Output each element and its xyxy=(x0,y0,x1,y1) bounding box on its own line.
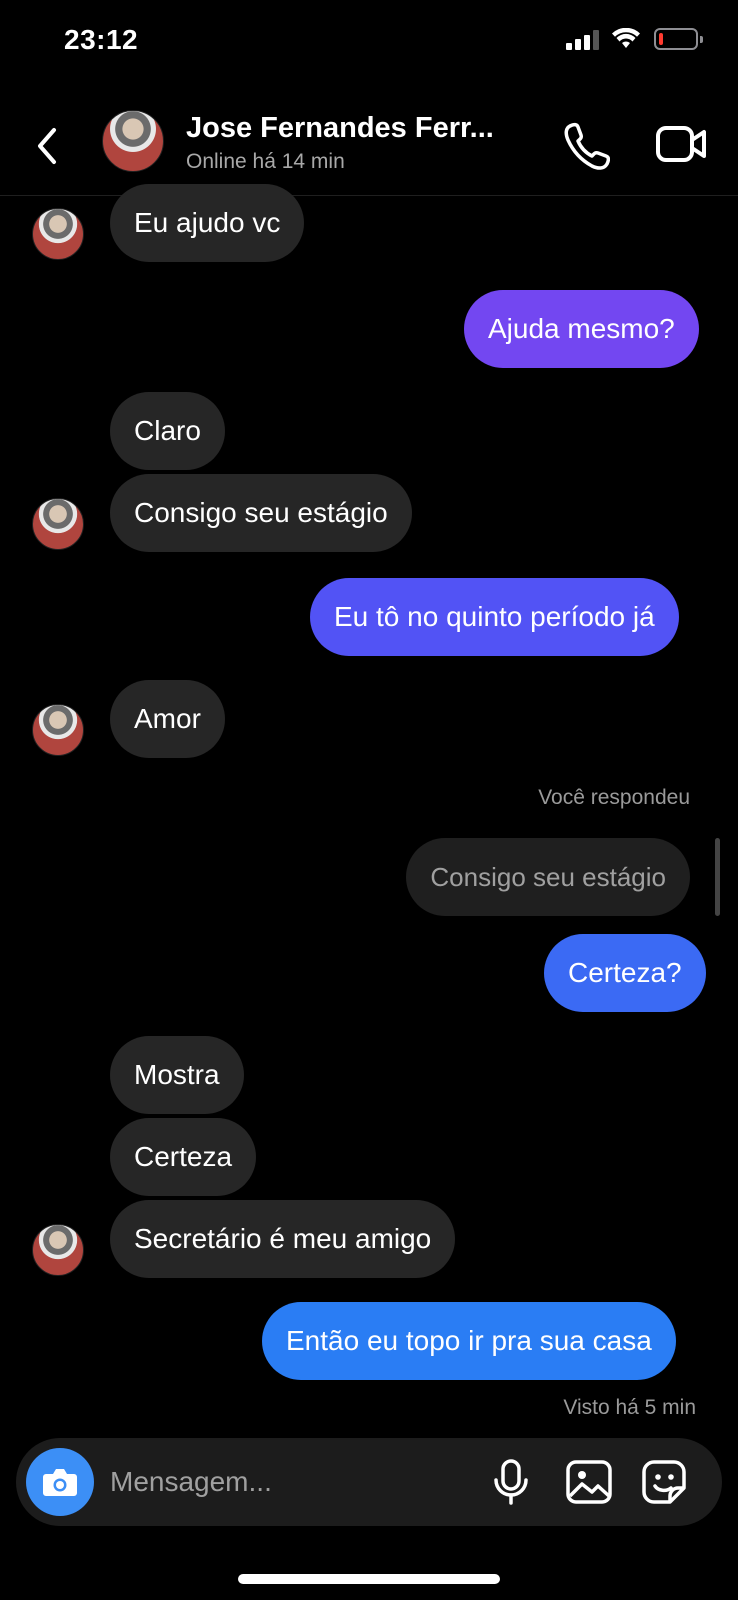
microphone-icon[interactable] xyxy=(490,1458,532,1506)
message-received[interactable]: Consigo seu estágio xyxy=(110,474,412,552)
message-sent[interactable]: Ajuda mesmo? xyxy=(464,290,699,368)
message-received[interactable]: Secretário é meu amigo xyxy=(110,1200,456,1278)
phone-icon[interactable] xyxy=(560,118,610,170)
sender-avatar xyxy=(32,498,84,550)
signal-strength-icon xyxy=(566,30,600,50)
message-sent[interactable]: Então eu topo ir pra sua casa xyxy=(262,1302,676,1380)
message-sent[interactable]: Eu tô no quinto período já xyxy=(310,578,679,656)
status-time: 23:12 xyxy=(64,24,139,55)
wifi-icon xyxy=(612,28,640,48)
seen-status: Visto há 5 min xyxy=(563,1396,696,1419)
message-sent[interactable]: Certeza? xyxy=(544,934,706,1012)
sender-avatar xyxy=(32,704,84,756)
message-input[interactable] xyxy=(110,1458,470,1506)
gallery-icon[interactable] xyxy=(564,1458,614,1506)
chat-header: Jose Fernandes Ferr... Online há 14 min xyxy=(0,96,738,196)
home-indicator[interactable] xyxy=(238,1574,500,1584)
battery-icon xyxy=(654,28,703,50)
battery-level xyxy=(659,33,663,45)
message-received[interactable]: Eu ajudo vc xyxy=(110,184,305,262)
contact-name[interactable]: Jose Fernandes Ferr... xyxy=(186,112,494,145)
reply-indicator-bar xyxy=(715,838,720,916)
contact-avatar[interactable] xyxy=(102,110,164,172)
reply-label: Você respondeu xyxy=(538,786,690,809)
message-composer xyxy=(16,1438,722,1526)
message-received[interactable]: Mostra xyxy=(110,1036,244,1114)
quoted-message[interactable]: Consigo seu estágio xyxy=(406,838,690,916)
camera-button[interactable] xyxy=(26,1448,94,1516)
camera-icon xyxy=(43,1469,77,1496)
contact-status: Online há 14 min xyxy=(186,150,345,173)
sender-avatar xyxy=(32,208,84,260)
message-received[interactable]: Claro xyxy=(110,392,225,470)
sender-avatar xyxy=(32,1224,84,1276)
sticker-icon[interactable] xyxy=(640,1458,690,1506)
message-received[interactable]: Certeza xyxy=(110,1118,257,1196)
video-camera-icon[interactable] xyxy=(654,120,710,168)
back-arrow-icon[interactable] xyxy=(30,120,66,172)
message-received[interactable]: Amor xyxy=(110,680,225,758)
